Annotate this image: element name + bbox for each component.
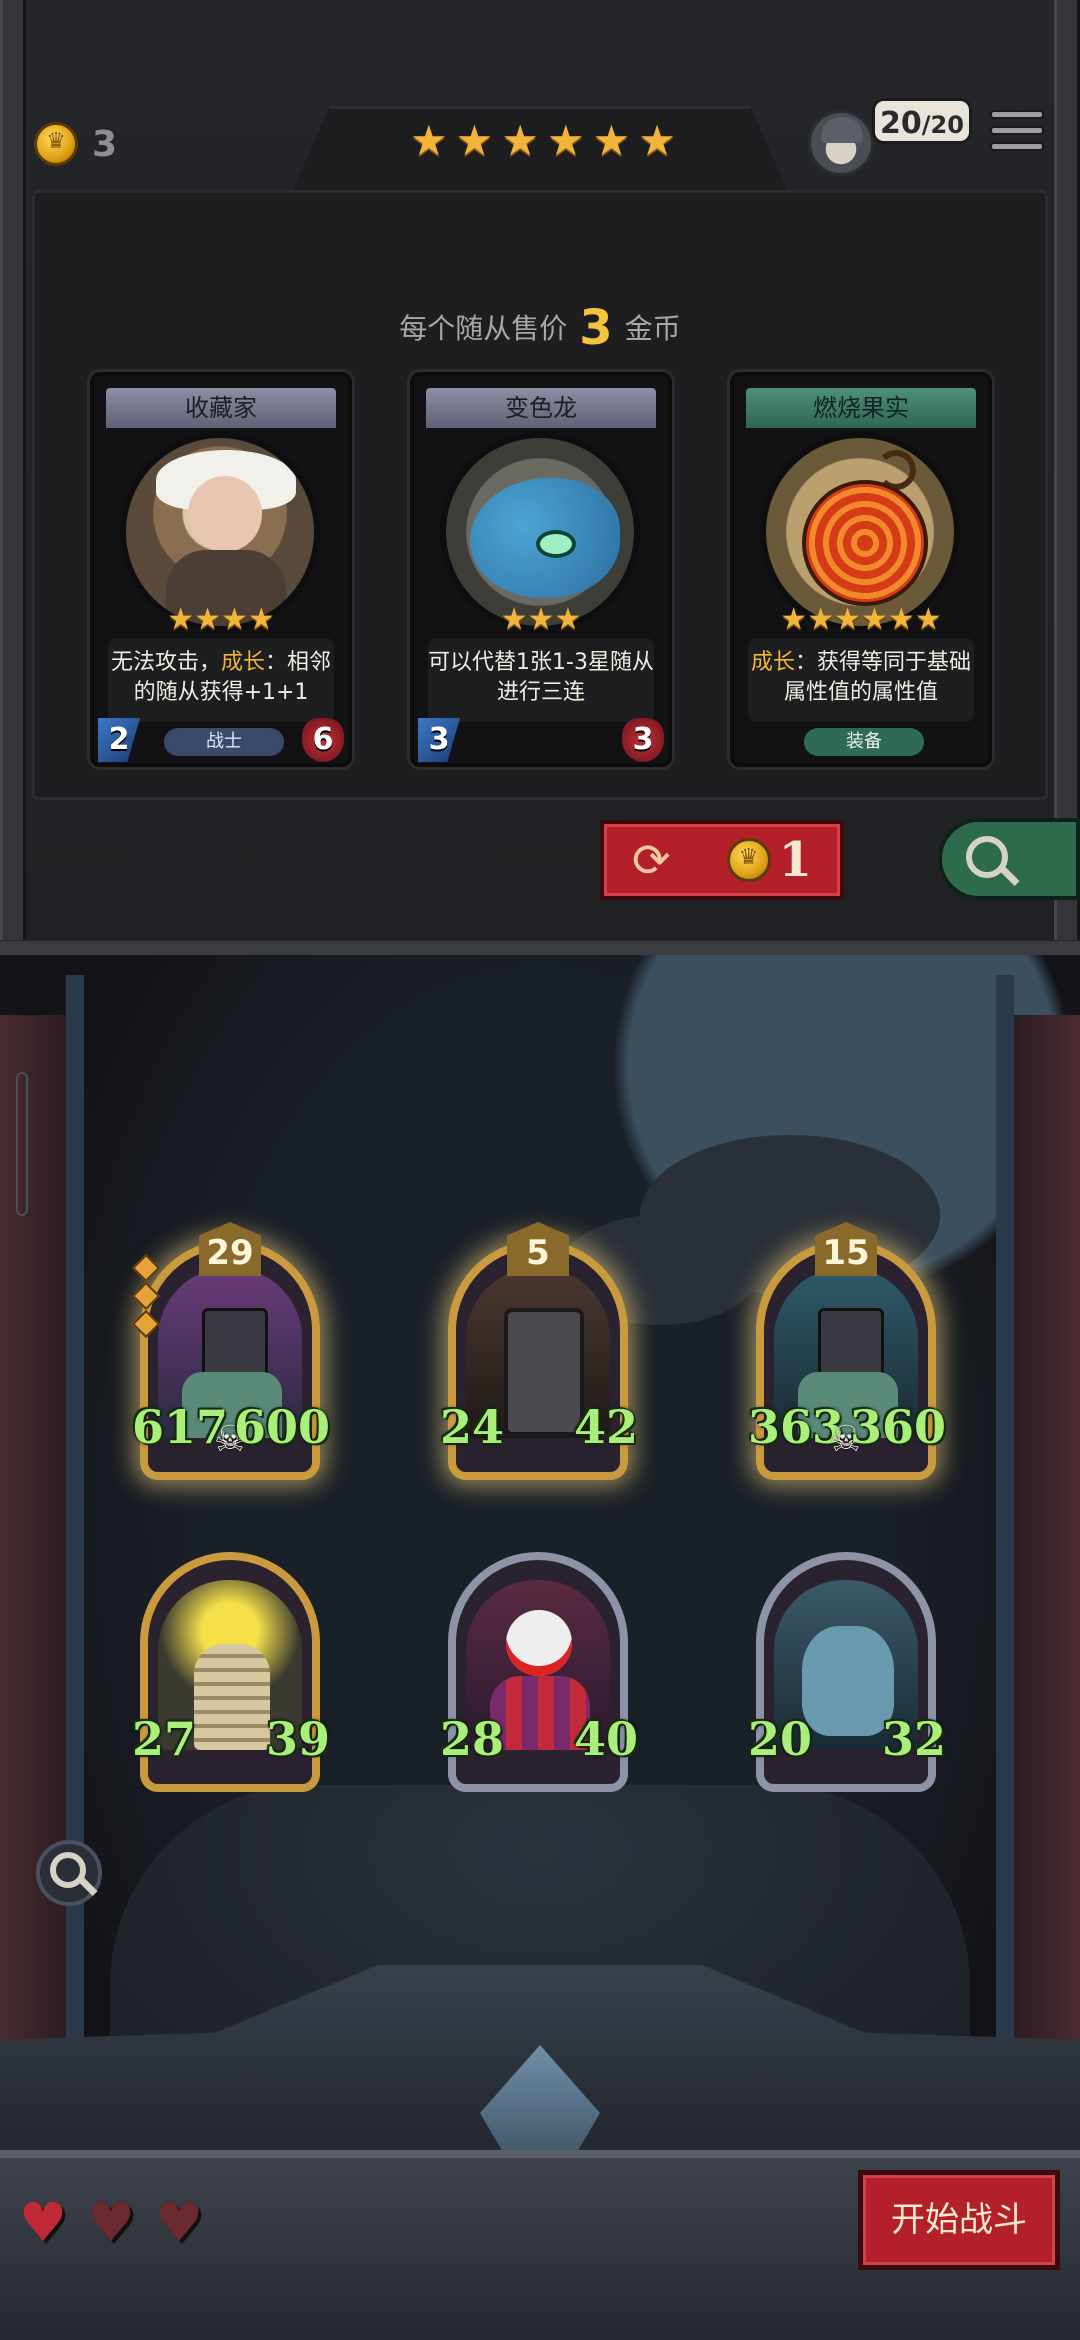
heart-icon: ♥ [18,2191,68,2254]
card-attack: 3 [418,718,460,762]
sell-prefix: 每个随从售价 [399,312,568,345]
search-icon [50,1852,86,1888]
card-name: 变色龙 [426,388,656,428]
unit-health: 40 [573,1712,638,1766]
shop-card-chameleon[interactable]: 变色龙 ★★★ 可以代替1张1-3星随从进行三连 3 3 [410,372,672,767]
gold-counter: 3 [34,122,117,166]
card-name: 燃烧果实 [746,388,976,428]
unit-health: 32 [881,1712,946,1766]
card-type-tag: 装备 [804,728,924,756]
unit-health: 360 [849,1400,946,1454]
population-counter: 20/20 [872,98,972,144]
star-icon: ★ [592,116,631,165]
frame-rail-left [0,0,26,940]
zoom-button[interactable] [36,1840,102,1906]
refresh-icon: ⟳ [632,833,671,887]
gold-coin-icon [34,122,78,166]
start-battle-button[interactable]: 开始战斗 [858,2170,1060,2270]
refresh-cost: 1 [726,832,812,888]
board-unit[interactable]: 5 24 42 [440,1222,638,1480]
card-stars: ★★★★★★ [780,602,942,637]
refresh-cost-value: 1 [778,832,812,888]
rock-wall-right [1010,1015,1080,2175]
board-unit[interactable]: 20 32 [748,1552,946,1792]
board-unit[interactable]: 28 40 [440,1552,638,1792]
card-stars: ★★★ [500,602,582,637]
board-unit[interactable]: 15 363 ☠ 360 [748,1222,946,1480]
card-description: 成长：获得等同于基础属性值的属性值 [748,638,974,722]
card-stars: ★★★★ [167,602,275,637]
upgrade-pips [131,1253,161,1342]
menu-bar-icon [990,126,1044,135]
star-icon: ★ [638,116,676,165]
unit-health: 39 [265,1712,330,1766]
rock-wall-left [0,1015,70,2175]
refresh-shop-button[interactable]: ⟳ 1 [600,820,844,900]
star-icon: ★ [410,116,448,165]
card-health: 6 [302,718,344,762]
scroll-indicator[interactable] [16,1072,28,1216]
board-unit[interactable]: 27 39 [132,1552,330,1792]
lives: ♥ ♥ ♥ [14,2196,208,2250]
card-tribe-tag: 战士 [164,728,284,756]
player-avatar[interactable] [808,110,874,176]
frame-rail-right [1054,0,1080,940]
board-unit[interactable]: 29 617 ☠ 600 [131,1222,330,1480]
board-frame [66,975,1014,2115]
gold-amount: 3 [92,123,118,165]
unit-health: 42 [573,1400,638,1454]
unit-health: 600 [233,1400,330,1454]
shop-tier-stars: ★ ★ ★ ★ ★ ★ [410,120,676,162]
menu-button[interactable] [990,110,1044,160]
card-attack: 2 [98,718,140,762]
heart-icon: ♥ [86,2191,136,2254]
gold-coin-icon [726,838,771,882]
population-current: 20 [880,106,922,141]
unit-attack: 24 [440,1400,505,1454]
card-name: 收藏家 [106,388,336,428]
card-description: 无法攻击，成长：相邻的随从获得+1+1 [108,638,334,722]
search-button[interactable] [938,818,1080,900]
star-icon: ★ [455,116,494,165]
sell-price-info: 每个随从售价 3 金币 [0,300,1080,356]
search-icon [966,836,1008,878]
star-icon: ★ [501,116,539,165]
sell-price: 3 [579,300,613,356]
unit-attack: 20 [748,1712,813,1766]
star-icon: ★ [546,116,585,165]
shop-card-collector[interactable]: 收藏家 ★★★★ 无法攻击，成长：相邻的随从获得+1+1 2 战士 6 [90,372,352,767]
menu-bar-icon [990,142,1044,151]
unit-attack: 28 [440,1712,505,1766]
population-max: /20 [921,111,964,139]
unit-attack: 27 [132,1712,197,1766]
card-health: 3 [622,718,664,762]
card-description: 可以代替1张1-3星随从进行三连 [428,638,654,722]
heart-icon: ♥ [154,2191,204,2254]
menu-bar-icon [990,110,1044,119]
shop-card-burning-fruit[interactable]: 燃烧果实 ★★★★★★ 成长：获得等同于基础属性值的属性值 装备 [730,372,992,767]
sell-suffix: 金币 [624,312,681,345]
